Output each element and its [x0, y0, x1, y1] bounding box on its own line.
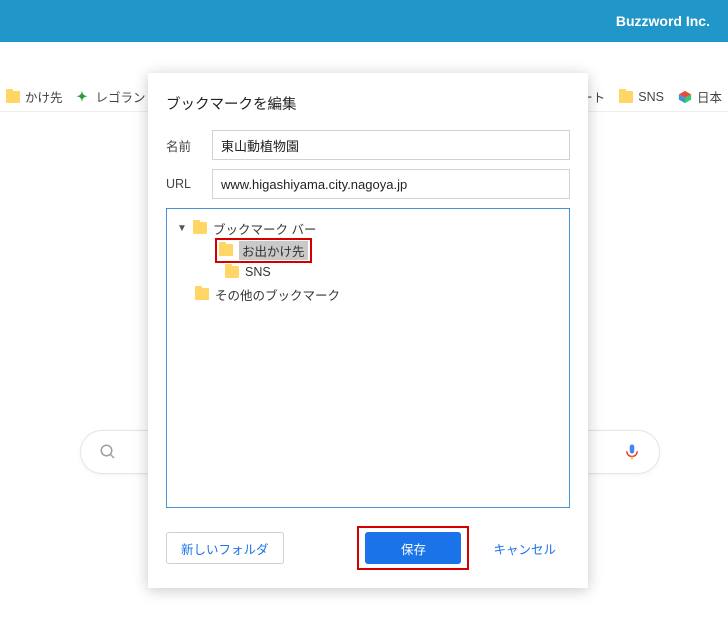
tree-row-root[interactable]: ▼ ブックマーク バー — [173, 217, 563, 239]
tree-label: SNS — [245, 265, 271, 279]
bookmark-item-sns[interactable]: SNS — [619, 90, 664, 104]
cancel-button[interactable]: キャンセル — [479, 532, 570, 564]
tree-row-odekake[interactable]: お出かけ先 — [173, 239, 563, 261]
folder-tree[interactable]: ▼ ブックマーク バー お出かけ先 SNS その他のブックマーク — [166, 208, 570, 508]
folder-icon — [193, 222, 207, 234]
caret-down-icon[interactable]: ▼ — [177, 223, 187, 234]
folder-icon — [619, 91, 633, 103]
new-folder-button[interactable]: 新しいフォルダ — [166, 532, 284, 564]
bookmark-label: かけ先 — [25, 87, 63, 106]
site-icon: ✦ — [77, 90, 91, 104]
folder-icon — [219, 244, 233, 256]
url-label: URL — [166, 177, 202, 191]
url-field-row: URL — [166, 169, 570, 199]
dialog-title: ブックマークを編集 — [166, 93, 570, 114]
tree-label: ブックマーク バー — [213, 219, 316, 238]
save-button[interactable]: 保存 — [365, 532, 461, 564]
name-field-row: 名前 — [166, 130, 570, 160]
bookmark-item-japan[interactable]: 日本 — [678, 87, 722, 106]
folder-icon — [6, 91, 20, 103]
cube-icon — [678, 90, 692, 104]
tree-row-sns[interactable]: SNS — [173, 261, 563, 283]
bookmark-item-odekake[interactable]: かけ先 — [6, 87, 63, 106]
folder-icon — [225, 266, 239, 278]
tree-label: その他のブックマーク — [215, 285, 340, 304]
save-highlight-box: 保存 — [357, 526, 469, 570]
name-label: 名前 — [166, 136, 202, 155]
tree-label-selected: お出かけ先 — [239, 241, 308, 260]
folder-icon — [195, 288, 209, 300]
name-input[interactable] — [212, 130, 570, 160]
search-icon — [99, 443, 117, 461]
brand-text: Buzzword Inc. — [616, 13, 710, 29]
url-input[interactable] — [212, 169, 570, 199]
edit-bookmark-dialog: ブックマークを編集 名前 URL ▼ ブックマーク バー お出かけ先 SNS そ… — [148, 73, 588, 588]
dialog-button-row: 新しいフォルダ 保存 キャンセル — [166, 526, 570, 570]
mic-icon[interactable] — [623, 441, 641, 463]
bookmark-label: 日本 — [697, 87, 722, 106]
tree-row-other[interactable]: その他のブックマーク — [173, 283, 563, 305]
bookmark-label: SNS — [638, 90, 664, 104]
top-brand-bar: Buzzword Inc. — [0, 0, 728, 42]
highlight-box: お出かけ先 — [215, 238, 312, 263]
